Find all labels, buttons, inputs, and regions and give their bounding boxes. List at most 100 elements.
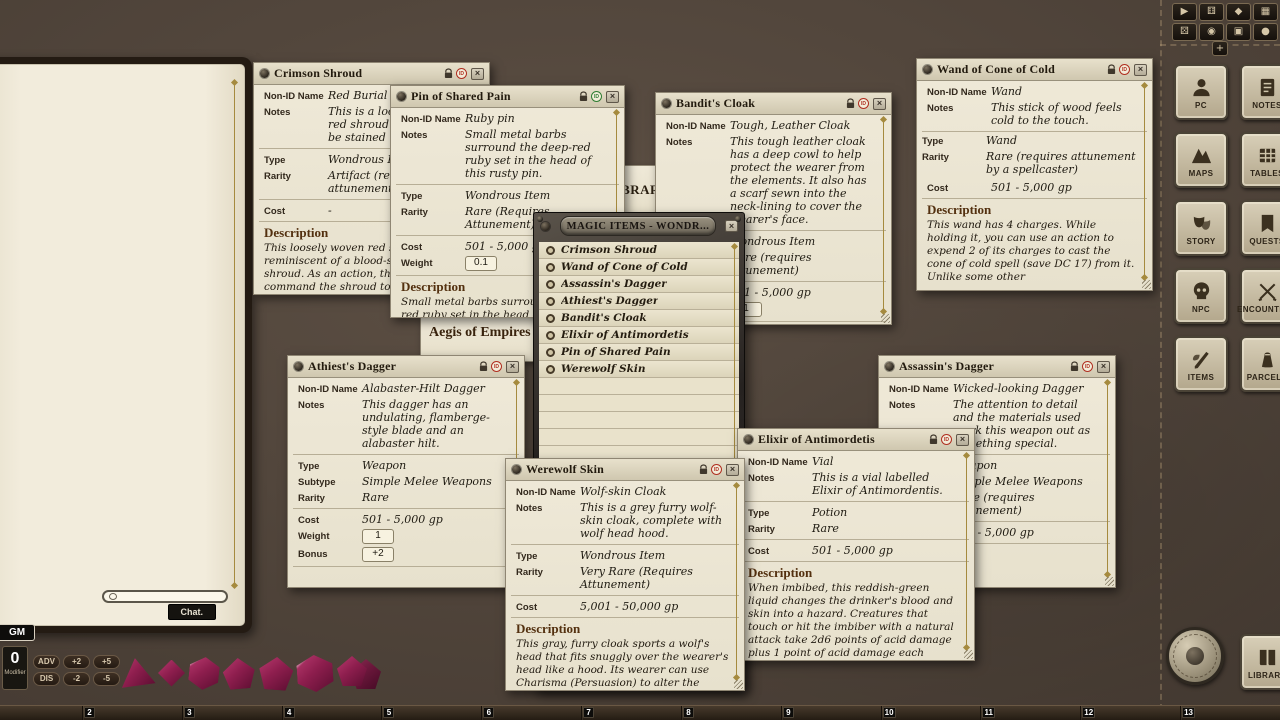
field-value[interactable]: Weapon [953, 459, 1100, 472]
field-row[interactable]: Non-ID Name Vial [743, 453, 969, 469]
field-row[interactable]: Type Wand [917, 132, 1152, 148]
hotkey-slot[interactable]: 7 [581, 706, 681, 720]
hotkey-slot[interactable]: 10 [881, 706, 981, 720]
hotkey-slot[interactable]: 5 [381, 706, 481, 720]
lock-icon[interactable] [444, 68, 453, 79]
identified-toggle-icon[interactable]: ID [941, 434, 952, 445]
id-ring-icon[interactable] [546, 331, 555, 340]
window-handle-icon[interactable] [744, 435, 753, 444]
identified-toggle-icon[interactable]: ID [591, 91, 602, 102]
field-value[interactable]: Wondrous Item [465, 189, 609, 202]
field-value[interactable]: Very Rare (Requires Attunement) [580, 565, 729, 591]
die-d10-button[interactable] [222, 656, 257, 690]
mini-tool-button[interactable]: + [1212, 41, 1228, 56]
field-value[interactable]: Wondrous Item [580, 549, 729, 562]
window-handle-icon[interactable] [512, 465, 521, 474]
roll-modifier-button[interactable]: DIS [33, 672, 60, 686]
id-ring-icon[interactable] [546, 314, 555, 323]
sidebar-button-npc[interactable]: NPC [1174, 268, 1228, 324]
field-value[interactable]: This dagger has an undulating, flamberge… [362, 398, 509, 450]
window-titlebar[interactable]: Bandit's Cloak ID × [656, 93, 891, 115]
window-titlebar[interactable]: Athiest's Dagger ID × [288, 356, 524, 378]
id-ring-icon[interactable] [546, 365, 555, 374]
gm-identity-tab[interactable]: GM [0, 624, 35, 641]
field-row[interactable]: Bonus +2 [293, 545, 519, 563]
field-value[interactable]: Wicked-looking Dagger [953, 382, 1100, 395]
lock-icon[interactable] [579, 91, 588, 102]
field-value[interactable]: This is a vial labelled Elixir of Antimo… [812, 471, 959, 497]
lock-icon[interactable] [846, 98, 855, 109]
field-value[interactable]: 501 - 5,000 gp [953, 526, 1100, 539]
toolbar-button[interactable]: ● [1253, 23, 1278, 41]
field-row[interactable]: Rarity Rare [743, 520, 969, 536]
field-value[interactable]: The attention to detail and the material… [953, 398, 1100, 450]
close-icon[interactable]: × [873, 98, 886, 110]
id-ring-icon[interactable] [546, 246, 555, 255]
field-row[interactable]: Weight 1 [293, 527, 519, 545]
field-row[interactable]: Rarity Rare [293, 489, 519, 505]
description-text[interactable]: This gray, furry cloak sports a wolf's h… [506, 638, 744, 691]
roll-modifier-button[interactable]: -2 [63, 672, 90, 686]
close-icon[interactable]: × [606, 91, 619, 103]
sidebar-button-library[interactable]: LIBRARY [1240, 634, 1280, 690]
window-handle-icon[interactable] [923, 65, 932, 74]
window-handle-icon[interactable] [662, 99, 671, 108]
roll-modifier-button[interactable]: +2 [63, 655, 90, 669]
sidebar-button-notes[interactable]: NOTES [1240, 64, 1280, 120]
toolbar-button[interactable]: ▣ [1226, 23, 1251, 41]
modifier-stack-box[interactable]: 0 Modifier [2, 646, 28, 690]
hotkey-slot[interactable]: 9 [781, 706, 881, 720]
toolbar-button[interactable]: ◆ [1226, 3, 1251, 21]
die-d12-button[interactable] [258, 655, 294, 690]
resize-grip-icon[interactable] [881, 314, 890, 323]
id-ring-icon[interactable] [546, 280, 555, 289]
list-item[interactable]: Athiest's Dagger [539, 293, 739, 310]
field-value[interactable]: Small metal barbs surround the deep-red … [465, 128, 609, 180]
field-value[interactable]: Rare (requires attunement) [953, 491, 1100, 517]
field-value[interactable]: Tough, Leather Cloak [730, 119, 876, 132]
list-item[interactable]: Bandit's Cloak [539, 310, 739, 327]
window-handle-icon[interactable] [397, 92, 406, 101]
field-row[interactable]: Cost 501 - 5,000 gp [293, 511, 519, 527]
resize-grip-icon[interactable] [964, 650, 973, 659]
scrollbar[interactable] [1107, 383, 1108, 574]
window-titlebar[interactable]: Pin of Shared Pain ID × [391, 86, 624, 108]
field-row[interactable]: Notes This is a vial labelled Elixir of … [743, 469, 969, 498]
field-value[interactable]: 501 - 5,000 gp [730, 286, 876, 299]
field-value[interactable]: 501 - 5,000 gp [991, 181, 1137, 194]
close-icon[interactable]: × [1097, 361, 1110, 373]
hotkey-slot[interactable]: 4 [282, 706, 382, 720]
hotkey-slot[interactable]: 3 [182, 706, 282, 720]
identified-toggle-icon[interactable]: ID [1119, 64, 1130, 75]
field-row[interactable]: Notes This stick of wood feels cold to t… [922, 99, 1147, 128]
list-item[interactable]: Werewolf Skin [539, 361, 739, 378]
identified-toggle-icon[interactable]: ID [711, 464, 722, 475]
description-text[interactable]: When imbibed, this reddish-green liquid … [738, 582, 974, 661]
field-value[interactable]: Wand [986, 134, 1142, 147]
field-value[interactable]: Wolf-skin Cloak [580, 485, 729, 498]
list-item[interactable]: Pin of Shared Pain [539, 344, 739, 361]
die-d100-button[interactable] [337, 655, 383, 691]
hotkey-slot[interactable]: 12 [1080, 706, 1180, 720]
die-d20-button[interactable] [296, 653, 334, 692]
list-item[interactable]: Crimson Shroud [539, 242, 739, 259]
roll-modifier-button[interactable]: -5 [93, 672, 120, 686]
field-value[interactable]: Rare [812, 522, 959, 535]
field-row[interactable]: Non-ID Name Ruby pin [396, 110, 619, 126]
sidebar-button-story[interactable]: STORY [1174, 200, 1228, 256]
sidebar-button-items[interactable]: ITEMS [1174, 336, 1228, 392]
field-row[interactable]: Notes This is a grey furry wolf-skin clo… [511, 499, 739, 541]
hotkey-slot[interactable]: 8 [681, 706, 781, 720]
close-icon[interactable]: × [726, 464, 739, 476]
field-value[interactable]: Wondrous Item [730, 235, 876, 248]
field-row[interactable]: Type Weapon [293, 457, 519, 473]
hotkey-slot[interactable]: 11 [980, 706, 1080, 720]
identified-toggle-icon[interactable]: ID [456, 68, 467, 79]
field-value[interactable]: 0.1 [465, 256, 497, 271]
sidebar-button-quests[interactable]: QUESTS [1240, 200, 1280, 256]
field-value[interactable]: 5,001 - 50,000 gp [580, 600, 729, 613]
window-handle-icon[interactable] [294, 362, 303, 371]
window-handle-icon[interactable] [260, 69, 269, 78]
resize-grip-icon[interactable] [734, 680, 743, 689]
field-value[interactable]: 501 - 5,000 gp [812, 544, 959, 557]
